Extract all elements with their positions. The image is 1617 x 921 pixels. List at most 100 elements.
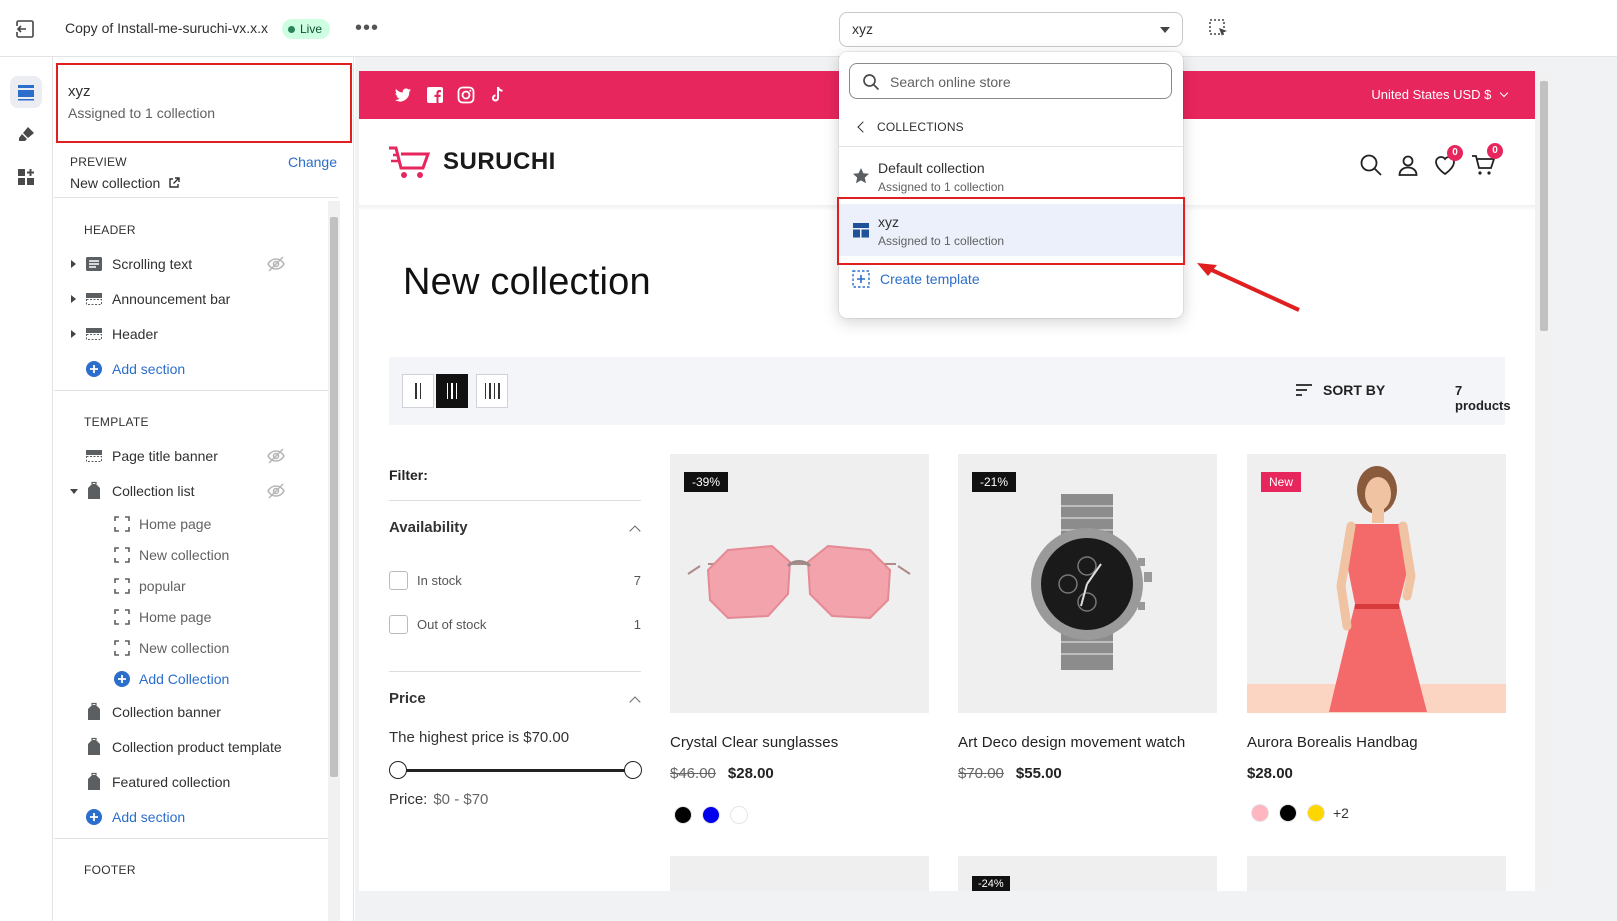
store-logo[interactable]: SURUCHI [387, 143, 556, 181]
facebook-icon[interactable] [425, 85, 445, 105]
block-collection-item[interactable]: Home page [54, 603, 338, 631]
exit-icon[interactable] [14, 18, 36, 40]
section-announcement-bar[interactable]: Announcement bar [54, 285, 338, 313]
price-slider-track[interactable] [397, 769, 635, 772]
price-range: Price: $0 - $70 [389, 791, 488, 808]
section-collection-list[interactable]: Collection list [54, 477, 338, 505]
sunglasses-image [687, 544, 911, 620]
out-of-stock-filter[interactable]: Out of stock 1 [389, 615, 641, 635]
section-scrolling-text[interactable]: Scrolling text [54, 250, 338, 278]
block-frame-icon [114, 547, 130, 563]
block-collection-item[interactable]: New collection [54, 634, 338, 662]
in-stock-filter[interactable]: In stock 7 [389, 571, 641, 591]
section-collection-product-template[interactable]: Collection product template [54, 733, 338, 761]
block-label: New collection [139, 640, 230, 656]
apps-rail-button[interactable] [10, 161, 42, 193]
currency-selector[interactable]: United States USD $ [1371, 87, 1509, 102]
availability-filter-toggle[interactable]: Availability [389, 519, 468, 536]
sidebar-scrollbar-thumb[interactable] [330, 217, 338, 777]
section-featured-collection[interactable]: Featured collection [54, 768, 338, 796]
color-swatch[interactable] [674, 806, 692, 824]
compare-price: $70.00 [958, 765, 1004, 782]
in-stock-count: 7 [633, 573, 641, 588]
block-collection-item[interactable]: New collection [54, 541, 338, 569]
preview-value[interactable]: New collection [70, 175, 180, 191]
price-max-handle[interactable] [624, 761, 642, 779]
product-title[interactable]: Art Deco design movement watch [958, 734, 1185, 751]
theme-name: Copy of Install-me-suruchi-vx.x.x [65, 20, 269, 36]
in-stock-checkbox[interactable] [389, 571, 408, 590]
add-collection-button[interactable]: Add Collection [54, 665, 338, 693]
expand-arrow-icon[interactable] [71, 260, 76, 268]
product-image[interactable]: -39% [670, 454, 929, 713]
color-swatch[interactable] [1307, 804, 1325, 822]
eye-hidden-icon[interactable] [266, 481, 286, 501]
product-count: 7 products [1455, 383, 1511, 413]
section-collection-banner[interactable]: Collection banner [54, 698, 338, 726]
search-online-store-input[interactable]: Search online store [849, 63, 1172, 99]
instagram-icon[interactable] [456, 85, 476, 105]
product-image[interactable]: -21% [958, 454, 1217, 713]
price-filter-toggle[interactable]: Price [389, 690, 426, 707]
twitter-icon[interactable] [393, 85, 413, 105]
product-card[interactable]: New Aurora Borealis Handbag $28.00 +2 [1247, 454, 1506, 822]
template-select-value: xyz [852, 21, 873, 37]
sale-price: $28.00 [727, 765, 774, 782]
chevron-up-icon[interactable] [629, 525, 641, 537]
discount-badge: -21% [972, 472, 1017, 492]
tiktok-icon[interactable] [487, 85, 507, 105]
out-of-stock-checkbox[interactable] [389, 615, 408, 634]
template-dropdown: Search online store COLLECTIONS Default … [839, 52, 1183, 318]
section-page-title-banner[interactable]: Page title banner [54, 442, 338, 470]
add-section-template[interactable]: Add section [54, 803, 338, 831]
color-swatches: +2 [1251, 804, 1349, 822]
color-swatch[interactable] [1279, 804, 1297, 822]
theme-settings-rail-button[interactable] [10, 119, 42, 151]
eye-hidden-icon[interactable] [266, 446, 286, 466]
add-collection-label: Add Collection [139, 671, 230, 687]
account-icon[interactable] [1396, 153, 1420, 177]
search-icon[interactable] [1359, 153, 1383, 177]
eye-hidden-icon[interactable] [266, 254, 286, 274]
more-actions-button[interactable]: ••• [355, 18, 379, 38]
expand-arrow-icon[interactable] [71, 295, 76, 303]
block-collection-item[interactable]: Home page [54, 510, 338, 538]
section-label: Collection list [112, 483, 195, 499]
chevron-up-icon[interactable] [629, 696, 641, 708]
product-card[interactable]: -21% Art Deco design movement watch $70.… [958, 454, 1217, 782]
template-option-default[interactable]: Default collection Assigned to 1 collect… [839, 150, 1183, 202]
product-title[interactable]: Aurora Borealis Handbag [1247, 734, 1418, 751]
section-header[interactable]: Header [54, 320, 338, 348]
preview-scrollbar-thumb[interactable] [1540, 81, 1548, 331]
section-label: Scrolling text [112, 256, 193, 272]
block-collection-item[interactable]: popular [54, 572, 338, 600]
template-select[interactable]: xyz [839, 12, 1183, 47]
block-label: popular [139, 578, 186, 594]
expand-arrow-icon[interactable] [71, 330, 76, 338]
grid-4-columns-button[interactable] [476, 374, 508, 408]
color-swatch[interactable] [702, 806, 720, 824]
more-colors-count[interactable]: +2 [1333, 805, 1349, 821]
product-image[interactable]: New [1247, 454, 1506, 713]
product-title[interactable]: Crystal Clear sunglasses [670, 734, 838, 751]
change-preview-link[interactable]: Change [288, 154, 337, 170]
preview-scrollbar[interactable] [1537, 71, 1551, 891]
color-swatches [674, 806, 748, 824]
sections-rail-button[interactable] [10, 76, 42, 108]
product-card-partial[interactable] [670, 856, 929, 891]
product-card-partial[interactable] [1247, 856, 1506, 891]
live-dot-icon [288, 25, 295, 33]
grid-3-columns-button[interactable] [436, 374, 468, 408]
color-swatch[interactable] [730, 806, 748, 824]
back-to-collections-button[interactable]: COLLECTIONS [855, 120, 964, 134]
product-card[interactable]: -39% Crystal Clear sunglasses $46.00 $28.… [670, 454, 929, 824]
inspector-icon[interactable] [1208, 18, 1230, 40]
price-min-handle[interactable] [389, 761, 407, 779]
sort-by-button[interactable]: SORT BY [1295, 382, 1385, 398]
color-swatch[interactable] [1251, 804, 1269, 822]
add-section-header[interactable]: Add section [54, 355, 338, 383]
product-card-partial[interactable]: -24% [958, 856, 1217, 891]
grid-2-columns-button[interactable] [402, 374, 434, 408]
create-template-button[interactable]: Create template [851, 269, 980, 289]
collapse-arrow-icon[interactable] [70, 488, 78, 494]
